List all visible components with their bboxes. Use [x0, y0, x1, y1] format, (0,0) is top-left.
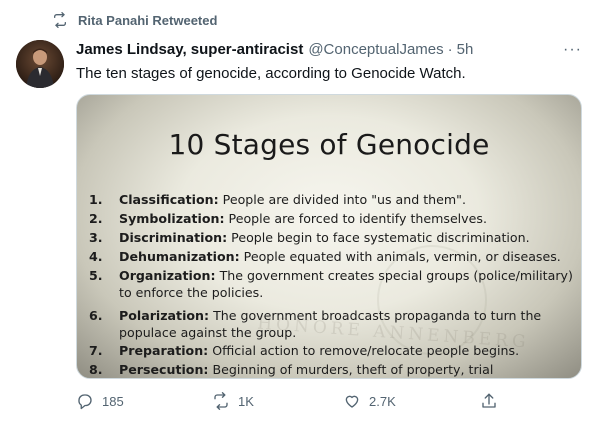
- like-heart-icon: [345, 395, 359, 408]
- retweet-button[interactable]: 1K: [212, 392, 254, 410]
- retweet-icon: [214, 392, 228, 410]
- share-button[interactable]: [480, 392, 498, 410]
- stage-body: Classification: People are divided into …: [119, 191, 574, 208]
- tweet[interactable]: Rita Panahi Retweeted James Lindsay, sup…: [0, 0, 598, 423]
- stage-body: Persecution: Beginning of murders, theft…: [119, 361, 574, 378]
- author-name[interactable]: James Lindsay, super-antiracist: [76, 41, 303, 58]
- stage-body: Preparation: Official action to remove/r…: [119, 342, 574, 359]
- tweet-image[interactable]: HONORE ANNENBERG 10 Stages of Genocide 1…: [76, 94, 582, 379]
- stage-term: Polarization:: [119, 308, 210, 323]
- stage-term: Symbolization:: [119, 211, 225, 226]
- retweet-context-label[interactable]: Rita Panahi Retweeted: [78, 13, 217, 28]
- stage-description: Official action to remove/relocate peopl…: [212, 343, 520, 358]
- stage-description: People are forced to identify themselves…: [228, 211, 487, 226]
- more-options-icon[interactable]: ···: [563, 41, 582, 59]
- stage-term: Organization:: [119, 268, 216, 283]
- stage-body: Dehumanization: People equated with anim…: [119, 248, 574, 265]
- share-icon: [482, 393, 496, 408]
- author-handle[interactable]: @ConceptualJames: [308, 41, 443, 58]
- retweet-icon: [54, 12, 66, 28]
- stage-body: Polarization: The government broadcasts …: [119, 307, 574, 341]
- stage-description: People equated with animals, vermin, or …: [243, 249, 561, 264]
- stage-number: 4.: [89, 249, 103, 264]
- reply-count: 185: [102, 393, 124, 409]
- stage-term: Discrimination:: [119, 230, 228, 245]
- stage-term: Dehumanization:: [119, 249, 240, 264]
- stage-number: 8.: [89, 362, 103, 377]
- stage-term: Preparation:: [119, 343, 209, 358]
- avatar[interactable]: [16, 40, 64, 88]
- stage-description: People are divided into "us and them".: [222, 192, 466, 207]
- stage-term: Persecution:: [119, 362, 209, 377]
- like-count: 2.7K: [369, 393, 396, 409]
- stage-number: 6.: [89, 308, 103, 323]
- tweet-actions: 185 1K 2.7K: [76, 392, 496, 416]
- stage-number: 7.: [89, 343, 103, 358]
- reply-icon: [78, 394, 92, 410]
- stage-description: People begin to face systematic discrimi…: [231, 230, 530, 245]
- stage-description: Beginning of murders, theft of property,…: [212, 362, 494, 377]
- separator-dot: ·: [447, 41, 453, 58]
- like-button[interactable]: 2.7K: [343, 392, 396, 410]
- stage-number: 1.: [89, 192, 103, 207]
- stages-list: 1. Classification: People are divided int…: [77, 95, 581, 378]
- stage-number: 5.: [89, 268, 103, 283]
- stage-number: 2.: [89, 211, 103, 226]
- retweet-count: 1K: [238, 393, 254, 409]
- avatar-photo: [16, 40, 64, 88]
- stage-body: Organization: The government creates spe…: [119, 267, 574, 301]
- timestamp[interactable]: 5h: [457, 41, 474, 58]
- reply-button[interactable]: 185: [76, 392, 124, 410]
- tweet-text: The ten stages of genocide, according to…: [76, 65, 466, 82]
- stage-body: Discrimination: People begin to face sys…: [119, 229, 574, 246]
- retweet-context[interactable]: Rita Panahi Retweeted: [52, 12, 217, 28]
- stage-term: Classification:: [119, 192, 219, 207]
- tweet-header: James Lindsay, super-antiracist @Concept…: [76, 41, 582, 58]
- stage-number: 3.: [89, 230, 103, 245]
- stage-body: Symbolization: People are forced to iden…: [119, 210, 574, 227]
